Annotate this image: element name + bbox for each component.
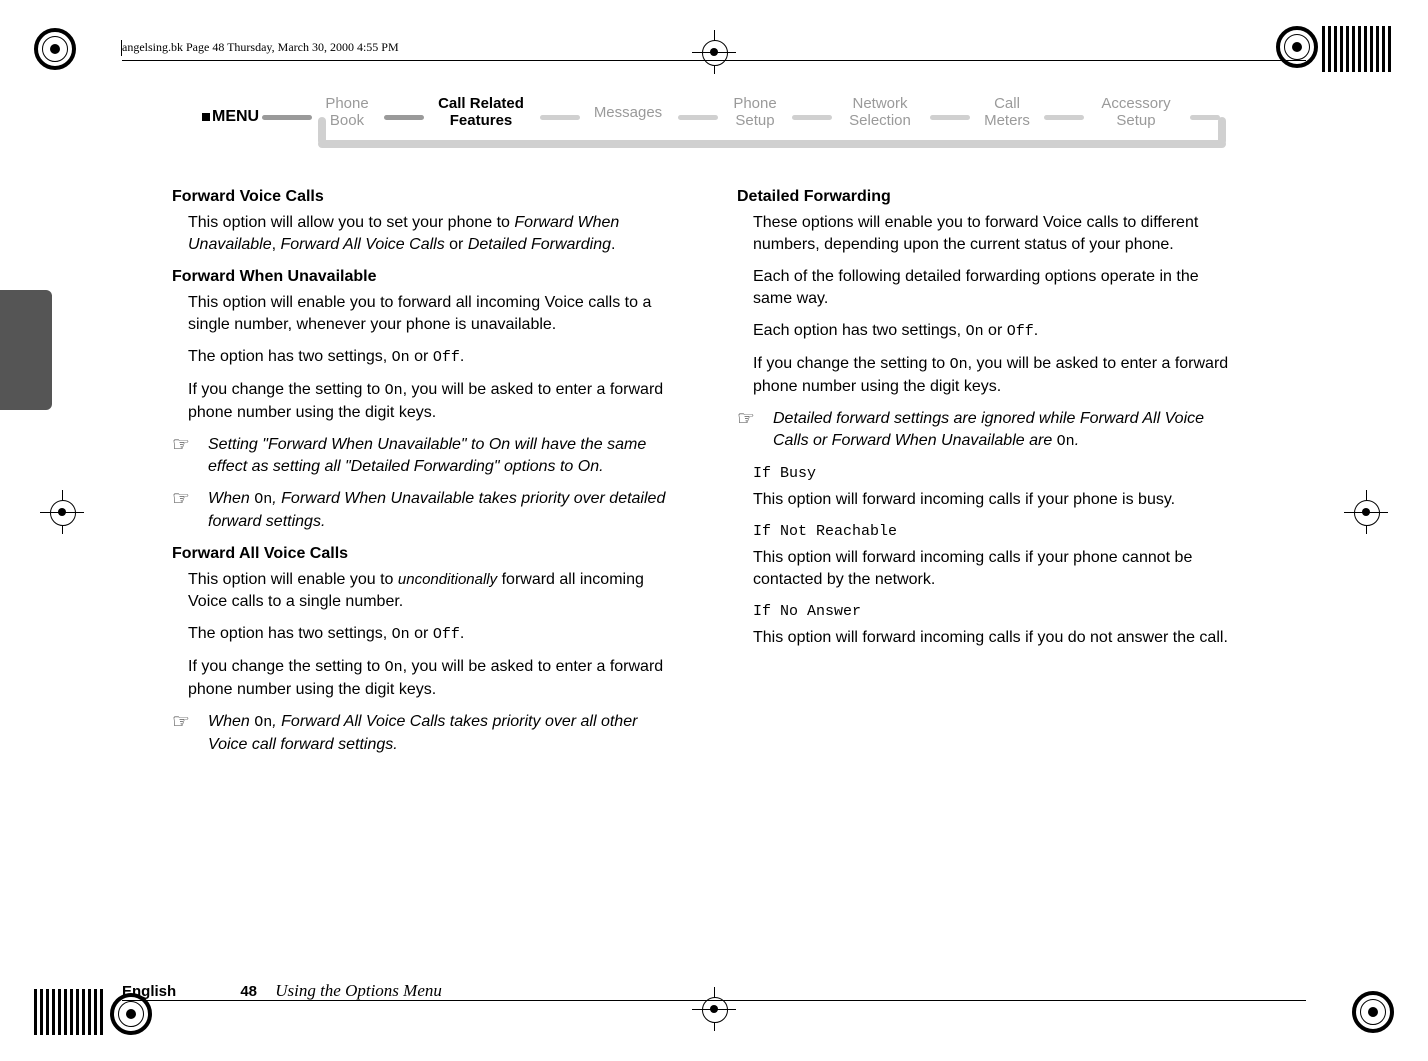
heading-forward-unavailable: Forward When Unavailable <box>172 266 677 288</box>
para: This option will forward incoming calls … <box>753 627 1242 649</box>
para: This option will forward incoming calls … <box>753 547 1242 591</box>
heading-forward-voice: Forward Voice Calls <box>172 186 677 208</box>
para: If you change the setting to On, you wil… <box>188 656 677 701</box>
footer-page-number: 48 <box>240 983 257 1000</box>
heading-forward-all: Forward All Voice Calls <box>172 543 677 565</box>
registration-bars <box>1322 26 1394 72</box>
page: angelsing.bk Page 48 Thursday, March 30,… <box>0 0 1428 1061</box>
hand-icon: ☞ <box>737 408 755 430</box>
registration-bars <box>34 989 106 1035</box>
para: The option has two settings, On or Off. <box>188 623 677 646</box>
crop-mark <box>1344 490 1388 534</box>
note: ☞When On, Forward All Voice Calls takes … <box>208 711 677 756</box>
para: This option will allow you to set your p… <box>188 212 677 256</box>
nav-connector <box>262 115 312 120</box>
hand-icon: ☞ <box>172 434 190 456</box>
nav-item-call-meters: CallMeters <box>972 95 1042 129</box>
page-footer: English 48 Using the Options Menu <box>122 981 442 1001</box>
note: ☞Detailed forward settings are ignored w… <box>773 408 1242 453</box>
nav-rail <box>318 140 1226 148</box>
nav-connector <box>792 115 832 120</box>
crop-mark <box>40 490 84 534</box>
nav-connector <box>384 115 424 120</box>
nav-item-accessory: AccessorySetup <box>1086 95 1186 129</box>
registration-mark <box>34 28 76 70</box>
nav-connector <box>678 115 718 120</box>
hand-icon: ☞ <box>172 488 190 510</box>
menu-label: MENU <box>202 108 259 126</box>
registration-mark <box>1352 991 1394 1033</box>
nav-connector <box>540 115 580 120</box>
nav-item-network: NetworkSelection <box>834 95 926 129</box>
menu-nav: MENU PhoneBook Call RelatedFeatures Mess… <box>202 90 1226 160</box>
nav-corner <box>1218 117 1226 145</box>
subhead-if-busy: If Busy <box>753 463 1242 485</box>
nav-connector <box>930 115 970 120</box>
footer-section: Using the Options Menu <box>275 981 442 1000</box>
para: This option will forward incoming calls … <box>753 489 1242 511</box>
running-header: angelsing.bk Page 48 Thursday, March 30,… <box>122 40 399 55</box>
note: ☞Setting "Forward When Unavailable" to O… <box>208 434 677 478</box>
nav-item-phone-book: PhoneBook <box>312 95 382 129</box>
nav-item-phone-setup: PhoneSetup <box>720 95 790 129</box>
nav-connector <box>1190 115 1220 120</box>
content-columns: Forward Voice Calls This option will all… <box>172 180 1262 766</box>
menu-label-text: MENU <box>212 108 259 125</box>
para: Each option has two settings, On or Off. <box>753 320 1242 343</box>
para: If you change the setting to On, you wil… <box>188 379 677 424</box>
para: Each of the following detailed forwardin… <box>753 266 1242 310</box>
note: ☞When On, Forward When Unavailable takes… <box>208 488 677 533</box>
sheet: angelsing.bk Page 48 Thursday, March 30,… <box>122 30 1306 1030</box>
nav-item-call-related: Call RelatedFeatures <box>426 95 536 129</box>
para: If you change the setting to On, you wil… <box>753 353 1242 398</box>
thumb-tab <box>0 290 52 410</box>
heading-detailed: Detailed Forwarding <box>737 186 1242 208</box>
footer-language: English <box>122 983 176 1000</box>
left-column: Forward Voice Calls This option will all… <box>172 180 677 766</box>
para: This option will enable you to unconditi… <box>188 569 677 613</box>
para: This option will enable you to forward a… <box>188 292 677 336</box>
hand-icon: ☞ <box>172 711 190 733</box>
para: The option has two settings, On or Off. <box>188 346 677 369</box>
right-column: Detailed Forwarding These options will e… <box>737 180 1242 766</box>
para: These options will enable you to forward… <box>753 212 1242 256</box>
subhead-if-no-answer: If No Answer <box>753 601 1242 623</box>
subhead-if-not-reachable: If Not Reachable <box>753 521 1242 543</box>
nav-item-messages: Messages <box>582 104 674 121</box>
nav-connector <box>1044 115 1084 120</box>
nav-track: PhoneBook Call RelatedFeatures Messages … <box>262 95 1222 155</box>
